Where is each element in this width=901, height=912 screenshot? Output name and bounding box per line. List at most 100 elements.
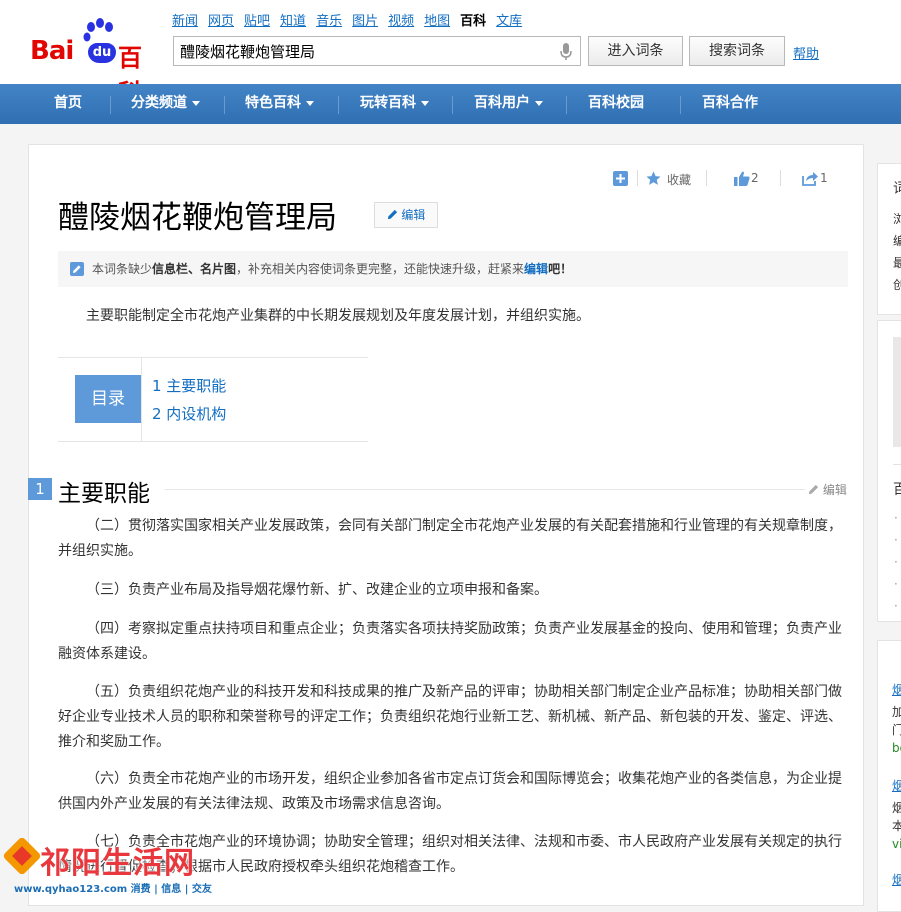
paragraph: （五）负责组织花炮产业的科技开发和科技成果的推广及新产品的评审；协助相关部门制定…: [58, 684, 842, 750]
thumbs-up-icon[interactable]: [734, 171, 750, 186]
notice-edit-link[interactable]: 编辑: [524, 262, 548, 276]
nav-home-label: 首页: [54, 95, 82, 111]
paragraph: （二）贯彻落实国家相关产业发展政策，会同有关部门制定全市花炮产业发展的有关配套措…: [58, 518, 842, 559]
caret-down-icon: [535, 100, 543, 106]
toc-label: 目录: [75, 375, 141, 423]
related-text: 门: [892, 723, 901, 737]
toolbar-divider: [706, 170, 707, 186]
sidebar-promo-heading: 百: [893, 482, 901, 498]
sidebar-stats-line: 创: [893, 278, 901, 292]
help-link[interactable]: 帮助: [793, 43, 819, 62]
top-navigation: 新闻 网页 贴吧 知道 音乐 图片 视频 地图 百科 文库: [172, 10, 532, 29]
sidebar-bullet: ·: [894, 599, 898, 613]
caret-down-icon: [306, 100, 314, 106]
edit-notice-icon: [70, 262, 84, 276]
toc-divider: [141, 358, 142, 441]
share-icon[interactable]: [802, 171, 818, 186]
sidebar-promo-image[interactable]: [893, 337, 901, 447]
nav-featured-label: 特色百科: [245, 95, 301, 111]
nav-divider: [110, 96, 111, 114]
sidebar-stats-card: 词 浏 编 最 创: [877, 163, 901, 315]
related-link[interactable]: 烟: [892, 777, 901, 794]
topnav-tieba[interactable]: 贴吧: [244, 14, 270, 29]
paragraph: （三）负责产业布局及指导烟花爆竹新、扩、改建企业的立项申报和备案。: [86, 582, 548, 598]
site-watermark: 祁阳生活网 www.qyhao123.com 消费 | 信息 | 交友: [0, 834, 215, 900]
topnav-video[interactable]: 视频: [388, 14, 414, 29]
caret-down-icon: [192, 100, 200, 106]
nav-categories-label: 分类频道: [131, 95, 187, 111]
like-count: 2: [751, 171, 759, 185]
nav-play[interactable]: 玩转百科: [360, 84, 429, 124]
nav-divider: [224, 96, 225, 114]
topnav-baike[interactable]: 百科: [460, 14, 486, 29]
search-entry-button[interactable]: 搜索词条: [689, 36, 785, 66]
missing-info-notice: 本词条缺少信息栏、名片图，补充相关内容使词条更完整，还能快速升级，赶紧来编辑吧！: [58, 251, 848, 287]
sidebar-bullet: ·: [894, 511, 898, 525]
pencil-icon: [808, 484, 819, 495]
nav-campus[interactable]: 百科校园: [588, 84, 644, 124]
sidebar-promo-card: 百 · · · · ·: [877, 320, 901, 622]
section-edit-label: 编辑: [822, 483, 847, 497]
notice-text: 本词条缺少信息栏、名片图，补充相关内容使词条更完整，还能快速升级，赶紧来编辑吧！: [92, 251, 572, 287]
main-navigation: 首页 分类频道 特色百科 玩转百科 百科用户 百科校园 百科合作: [0, 84, 901, 124]
sidebar-bullet: ·: [894, 555, 898, 569]
topnav-web[interactable]: 网页: [208, 14, 234, 29]
nav-home[interactable]: 首页: [54, 84, 82, 124]
section-number: 1: [28, 478, 52, 500]
header: Bai du 百科 新闻网页贴吧知道音乐图片视频地图百科文库 进入词条 搜索词条…: [0, 0, 901, 107]
nav-partners-label: 百科合作: [702, 95, 758, 111]
edit-entry-button[interactable]: 编辑: [374, 202, 438, 228]
paragraph: （四）考察拟定重点扶持项目和重点企业；负责落实各项扶持奖励政策；负责产业发展基金…: [58, 621, 842, 662]
sidebar-bullet: ·: [894, 577, 898, 591]
enter-entry-button[interactable]: 进入词条: [588, 36, 683, 66]
related-link[interactable]: 烟: [892, 681, 901, 698]
sidebar-stats-heading: 词: [893, 181, 901, 197]
sidebar-stats-line: 编: [893, 234, 901, 248]
toc-item-functions[interactable]: 1 主要职能: [152, 375, 226, 396]
notice-suffix: 吧！: [548, 262, 573, 276]
baidu-baike-logo[interactable]: Bai du 百科: [30, 18, 165, 107]
related-source: bo: [892, 741, 901, 755]
star-icon[interactable]: [645, 170, 662, 187]
notice-missing-items: 信息栏、名片图: [152, 262, 237, 276]
related-link[interactable]: 烟: [892, 871, 901, 888]
topnav-news[interactable]: 新闻: [172, 14, 198, 29]
nav-play-label: 玩转百科: [360, 95, 416, 111]
nav-users[interactable]: 百科用户: [474, 84, 543, 124]
add-icon[interactable]: [613, 171, 628, 186]
section-title: 主要职能: [58, 481, 150, 507]
table-of-contents: 目录 1 主要职能 2 内设机构: [58, 357, 368, 442]
toc-item-departments[interactable]: 2 内设机构: [152, 403, 226, 424]
entry-summary: 主要职能制定全市花炮产业集群的中长期发展规划及年度发展计划，并组织实施。: [86, 308, 590, 324]
search-input[interactable]: [174, 37, 556, 65]
related-source: vi: [892, 837, 901, 851]
topnav-images[interactable]: 图片: [352, 14, 378, 29]
microphone-icon[interactable]: [560, 43, 572, 61]
topnav-wenku[interactable]: 文库: [496, 14, 522, 29]
nav-partners[interactable]: 百科合作: [702, 84, 758, 124]
logo-du-text: du: [88, 43, 116, 63]
nav-divider: [566, 96, 567, 114]
notice-middle: ，补充相关内容使词条更完整，还能快速升级，赶紧来: [236, 262, 525, 276]
nav-featured[interactable]: 特色百科: [245, 84, 314, 124]
sidebar-related-card: 烟 加 门 bo 烟 烟 本 vi 烟: [877, 640, 901, 912]
nav-divider: [680, 96, 681, 114]
topnav-map[interactable]: 地图: [424, 14, 450, 29]
page-title: 醴陵烟花鞭炮管理局: [58, 200, 337, 236]
topnav-zhidao[interactable]: 知道: [280, 14, 306, 29]
edit-entry-label: 编辑: [401, 208, 426, 222]
toolbar-divider: [637, 170, 638, 186]
topnav-music[interactable]: 音乐: [316, 14, 342, 29]
sidebar-stats-line: 最: [893, 256, 901, 270]
nav-users-label: 百科用户: [474, 95, 530, 111]
watermark-site-name: 祁阳生活网: [40, 846, 195, 881]
sidebar-bullet: ·: [894, 533, 898, 547]
nav-categories[interactable]: 分类频道: [131, 84, 200, 124]
related-text: 烟: [892, 801, 901, 815]
collect-button[interactable]: 收藏: [667, 171, 691, 188]
toolbar-divider: [780, 170, 781, 186]
section-edit-button[interactable]: 编辑: [808, 481, 847, 498]
section-divider: [165, 489, 805, 490]
nav-divider: [338, 96, 339, 114]
related-text: 本: [892, 819, 901, 833]
